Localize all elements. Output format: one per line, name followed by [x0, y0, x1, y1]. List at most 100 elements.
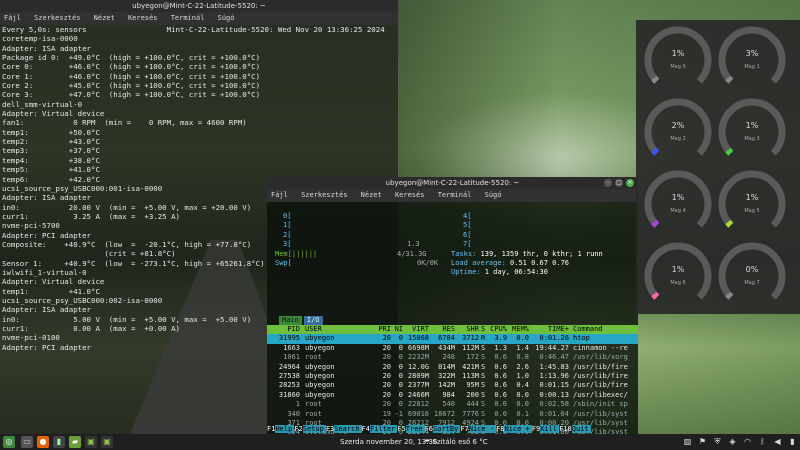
tab-io[interactable]: I/O	[303, 316, 323, 326]
cell-pri: 20	[382, 353, 391, 362]
weather-icon: ☂	[424, 438, 433, 446]
cell-virt: 6698M	[407, 343, 429, 352]
cell-time: 0:02.58	[539, 400, 569, 409]
fkey-f8[interactable]: F8Nice +	[496, 424, 532, 434]
cell-virt: 12.0G	[407, 362, 429, 371]
terminal-line: Every 5,0s: sensors Mint-C-22-Latitude-5…	[2, 25, 385, 34]
cell-user: USER	[305, 325, 322, 333]
terminal-window-icon[interactable]: ▣	[85, 436, 97, 448]
table-row[interactable]: 24964 ubyegon 20 0 12.0G 814M 421M S 0.6 2.6 1:45.…	[267, 363, 638, 372]
cell-command: cinnamon --re	[573, 343, 628, 352]
battery-icon[interactable]: ▮	[787, 436, 798, 448]
menu-icon[interactable]: ◎	[3, 436, 15, 448]
fkey-f6[interactable]: F6SortBy	[425, 424, 461, 434]
htop-screen[interactable]: 0[ 1[ 2[ 3[ 1.3 Mem[|||||| 4/31.3G Swp[ …	[267, 202, 638, 446]
gauge-label: Mag 6	[670, 280, 686, 286]
menu-terminal[interactable]: Terminál	[171, 14, 205, 22]
cell-shr: 3712	[462, 334, 479, 343]
cell-time: 1:45.83	[539, 362, 569, 371]
table-row[interactable]: 31995 ubyegon 20 0 15068 6784 3712 R 3.9 0.0 0:01.…	[267, 334, 638, 344]
cell-s: S	[481, 372, 486, 380]
table-row[interactable]: 1061 root 20 0 2232M 248 172 S 0.6 0.8 0:46.47/usr…	[267, 353, 638, 362]
tray-app-icon[interactable]: ▧	[682, 436, 693, 448]
terminal-icon[interactable]: ▮	[53, 436, 65, 448]
load-average: Load average: 0.51 0.67 0.76	[451, 259, 570, 267]
fkey-f7[interactable]: F7Nice -	[460, 424, 497, 434]
menu-search[interactable]: Keresés	[395, 191, 425, 199]
cell-cpu: 0.0	[494, 400, 507, 409]
network-icon[interactable]: ◠	[742, 436, 753, 448]
cell-s: S	[481, 362, 486, 371]
fkey-f5[interactable]: F5Tree	[397, 424, 425, 434]
table-row[interactable]: 31860 ubyegon 20 0 2466M 984 200 S 0.6 0.0 0:00.13…	[267, 391, 638, 400]
fkey-f2[interactable]: F2Setup	[294, 424, 326, 434]
bluetooth-icon[interactable]: ᛒ	[757, 436, 768, 448]
gauge-value: 3%	[745, 49, 759, 58]
menu-file[interactable]: Fájl	[271, 191, 288, 199]
table-row[interactable]: 340 root 19 -1 69016 18672 7776 S 0.0 0.1 0:01.04 /…	[267, 410, 638, 419]
menu-edit[interactable]: Szerkesztés	[301, 191, 347, 199]
cell-s: S	[481, 325, 486, 333]
firefox-icon[interactable]: ●	[37, 436, 49, 448]
tab-main[interactable]: Main	[279, 316, 302, 326]
gauge-fill	[651, 75, 660, 84]
show-desktop-icon[interactable]: ▭	[21, 436, 33, 448]
fkey-f9[interactable]: F9Kill	[531, 424, 560, 434]
terminal-line: Core 0: +46.0°C (high = +100.0°C, crit =…	[2, 62, 261, 72]
fkey-key: F10	[559, 425, 572, 433]
menu-edit[interactable]: Szerkesztés	[34, 14, 80, 22]
cell-res: 434M	[438, 343, 455, 352]
fkey-f1[interactable]: F1Help	[267, 424, 295, 434]
cell-mem: 0.0	[516, 390, 529, 399]
cell-mem: 2.6	[516, 362, 529, 371]
cell-pid: 28253	[278, 381, 300, 390]
cell-virt: 22812	[407, 400, 429, 409]
cell-mem: 0.0	[516, 400, 529, 409]
cell-command: /usr/lib/fire	[573, 381, 628, 390]
menu-view[interactable]: Nézet	[94, 14, 115, 22]
cell-pri: 20	[382, 343, 391, 352]
cell-cpu: 1.3	[494, 343, 507, 352]
close-button[interactable]: ×	[626, 179, 634, 187]
window-titlebar[interactable]: ubyegon@Mint-C-22-Latitude-5520: ~ – □ ×	[267, 177, 638, 189]
cell-user: root	[305, 353, 322, 362]
cell-cpu: 0.6	[494, 353, 507, 362]
fkey-f3[interactable]: F3Search	[326, 424, 362, 434]
taskbar-weather[interactable]: ☂ Szitáló eső 6 °C	[424, 434, 488, 450]
menu-help[interactable]: Súgó	[485, 191, 502, 199]
shield-icon[interactable]: ◈	[727, 436, 738, 448]
menu-view[interactable]: Nézet	[361, 191, 382, 199]
table-row[interactable]: 1663 ubyegon 20 0 6698M 434M 112M S 1.3 1.4 19:44.…	[267, 344, 638, 353]
table-row[interactable]: 1 root 20 0 22812 540 444 S 0.0 0.0 0:02.58/sbin/i…	[267, 400, 638, 409]
process-table-header[interactable]: PID USER PRI NI VIRT RES SHR S CPU% MEM% TIME+ Comm…	[267, 325, 638, 335]
terminal-window-icon-2[interactable]: ▣	[101, 436, 113, 448]
volume-icon[interactable]: ◀	[772, 436, 783, 448]
terminal-line: temp5: +41.0°C	[2, 165, 100, 175]
menu-file[interactable]: Fájl	[4, 14, 21, 22]
fkey-key: F9	[531, 425, 541, 433]
taskbar-clock[interactable]: Szerda november 20, 13.36	[340, 434, 437, 450]
menu-search[interactable]: Keresés	[128, 14, 158, 22]
window-titlebar[interactable]: ubyegon@Mint-C-22-Latitude-5520: ~	[0, 0, 398, 12]
gauge-value: 1%	[671, 49, 685, 58]
terminal-line: Core 1: +46.0°C (high = +100.0°C, crit =…	[2, 71, 261, 81]
memory-meter-value: 4/31.3G	[397, 249, 427, 258]
fkey-f4[interactable]: F4Filter	[362, 424, 398, 434]
cell-res: RES	[442, 325, 455, 333]
fkey-key: F7	[460, 425, 469, 433]
htop-terminal-window[interactable]: ubyegon@Mint-C-22-Latitude-5520: ~ – □ ×…	[267, 177, 638, 446]
maximize-button[interactable]: □	[615, 179, 623, 187]
fkey-f10[interactable]: F10Quit	[559, 424, 591, 434]
menu-help[interactable]: Súgó	[218, 14, 235, 22]
cell-pri: 20	[382, 390, 391, 399]
table-row[interactable]: 28253 ubyegon 20 0 2377M 142M 95M S 0.6 0.4 0:01.1…	[267, 381, 638, 390]
minimize-button[interactable]: –	[604, 179, 612, 187]
table-row[interactable]: 27538 ubyegon 20 0 2809M 322M 113M S 0.6 1.0 1:13.…	[267, 372, 638, 381]
update-icon[interactable]: ⛨	[712, 436, 723, 448]
fkey-key: F6	[424, 425, 434, 433]
notifications-icon[interactable]: ⚑	[697, 436, 708, 448]
cell-virt: 15068	[407, 334, 429, 343]
folder-icon[interactable]: ▰	[69, 436, 81, 448]
cell-shr: SHR	[466, 325, 479, 333]
menu-terminal[interactable]: Terminál	[438, 191, 472, 199]
